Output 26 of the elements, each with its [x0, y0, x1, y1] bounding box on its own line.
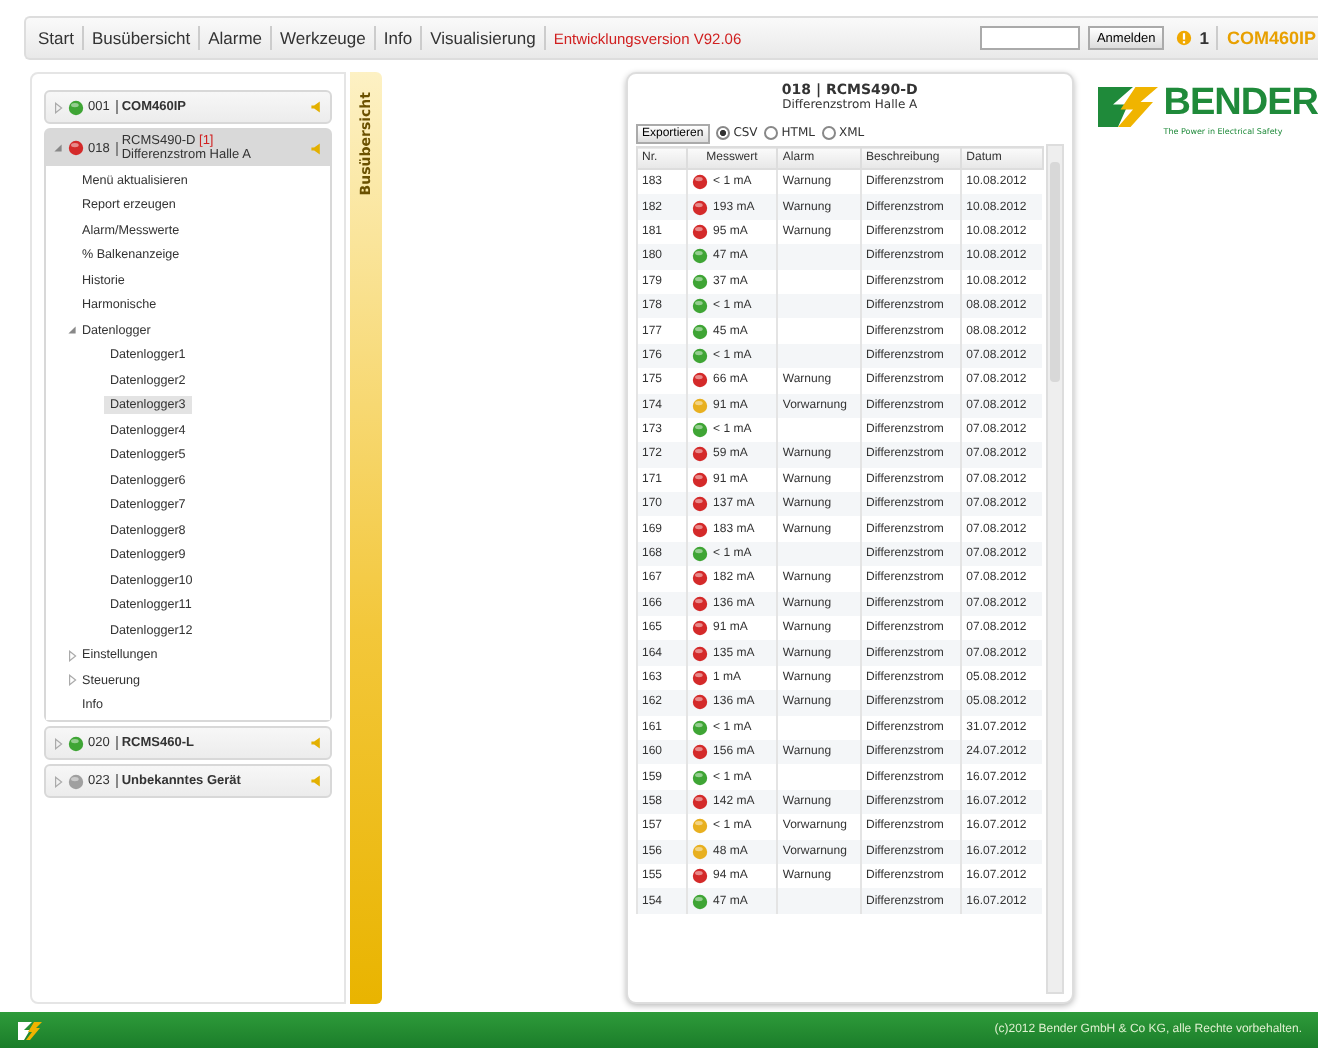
device-name: COM460IP [1226, 28, 1318, 48]
nav-link[interactable]: Info [383, 28, 413, 48]
scrollbar[interactable] [1045, 144, 1064, 994]
expand-icon[interactable] [52, 775, 64, 787]
login-field[interactable] [980, 26, 1081, 50]
logo-icon [1097, 82, 1158, 132]
nav-link[interactable]: Alarme [208, 28, 263, 48]
collapse-icon[interactable] [66, 324, 78, 337]
nav-link[interactable]: Visualisierung [430, 28, 536, 48]
collapse-icon[interactable] [52, 142, 64, 154]
nav-link[interactable]: Start [38, 28, 74, 48]
logo-icon [16, 1019, 44, 1041]
speaker-icon [310, 736, 325, 750]
nav-link[interactable]: Werkzeuge [280, 28, 366, 48]
alarm-count: 1 [1199, 28, 1209, 48]
nav-link[interactable]: Busübersicht [91, 28, 191, 48]
expand-icon[interactable] [66, 674, 78, 687]
expand-icon[interactable] [66, 649, 78, 662]
speaker-icon [310, 141, 325, 155]
expand-icon[interactable] [52, 737, 64, 749]
scroll-thumb[interactable] [1049, 162, 1060, 382]
expand-icon[interactable] [52, 101, 64, 113]
speaker-icon [310, 100, 325, 114]
logo-wordmark: BENDER [1163, 82, 1318, 126]
speaker-icon [310, 774, 325, 788]
alarm-icon [1175, 30, 1192, 46]
